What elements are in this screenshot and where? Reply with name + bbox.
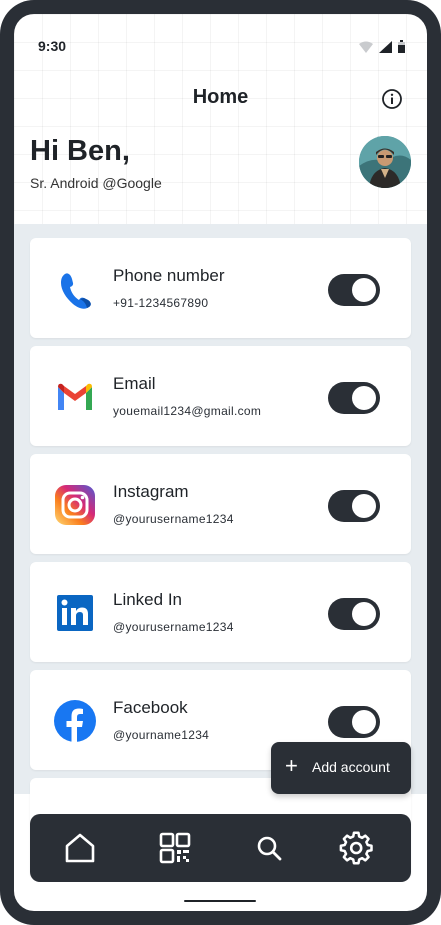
bottom-navigation (30, 814, 411, 882)
accounts-list: Phone number +91-1234567890 Email youema… (14, 224, 427, 878)
signal-icon (379, 41, 392, 53)
account-detail: @yourusername1234 (113, 620, 234, 634)
account-card-phone[interactable]: Phone number +91-1234567890 (30, 238, 411, 338)
account-toggle[interactable] (328, 274, 380, 306)
account-toggle[interactable] (328, 490, 380, 522)
account-name: Facebook (113, 698, 188, 717)
plus-icon: + (285, 753, 298, 778)
screen: 9:30 Home Hi Ben, Sr. Android @Google Ph… (14, 14, 427, 911)
battery-icon (398, 40, 405, 53)
search-icon[interactable] (251, 830, 287, 866)
home-icon[interactable] (62, 830, 98, 866)
toggle-knob (352, 710, 376, 734)
account-name: Phone number (113, 266, 225, 285)
avatar-image (359, 136, 411, 188)
account-toggle[interactable] (328, 382, 380, 414)
account-card-instagram[interactable]: Instagram @yourusername1234 (30, 454, 411, 554)
profile-subtitle: Sr. Android @Google (30, 175, 162, 191)
instagram-icon (55, 485, 95, 525)
greeting: Hi Ben, (30, 135, 130, 167)
toggle-knob (352, 494, 376, 518)
status-time: 9:30 (38, 38, 67, 54)
account-name: Linked In (113, 590, 182, 609)
account-card-linkedin[interactable]: Linked In @yourusername1234 (30, 562, 411, 662)
linkedin-icon (57, 595, 93, 631)
account-toggle[interactable] (328, 706, 380, 738)
gmail-icon (58, 383, 92, 410)
add-account-button[interactable]: + Add account (271, 742, 411, 794)
account-name: Email (113, 374, 156, 393)
account-detail: @yourusername1234 (113, 512, 234, 526)
avatar[interactable] (359, 136, 411, 188)
account-detail: @yourname1234 (113, 728, 210, 742)
home-indicator (184, 900, 256, 902)
toggle-knob (352, 278, 376, 302)
gear-icon[interactable] (338, 830, 374, 866)
page-title: Home (192, 86, 249, 108)
status-icons (359, 40, 405, 53)
account-toggle[interactable] (328, 598, 380, 630)
qr-code-icon[interactable] (157, 830, 193, 866)
account-detail: youemail1234@gmail.com (113, 404, 262, 418)
toggle-knob (352, 602, 376, 626)
account-card-email[interactable]: Email youemail1234@gmail.com (30, 346, 411, 446)
wifi-icon (359, 41, 373, 53)
account-detail: +91-1234567890 (113, 296, 209, 310)
add-account-label: Add account (312, 759, 390, 775)
toggle-knob (352, 386, 376, 410)
status-bar: 9:30 (14, 14, 427, 74)
account-name: Instagram (113, 482, 189, 501)
phone-frame: 9:30 Home Hi Ben, Sr. Android @Google Ph… (0, 0, 441, 925)
info-icon[interactable] (381, 88, 403, 110)
facebook-icon (54, 700, 96, 742)
phone-icon (61, 273, 91, 309)
